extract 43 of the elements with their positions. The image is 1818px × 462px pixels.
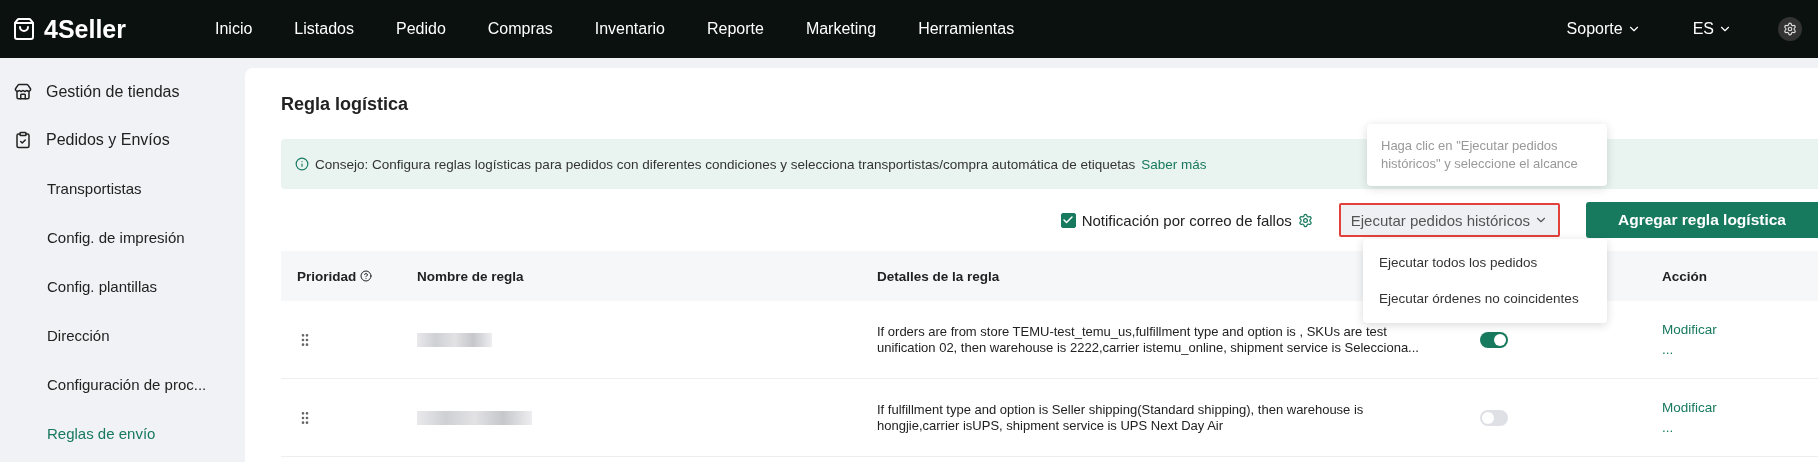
help-icon <box>360 270 373 282</box>
nav-link[interactable]: Marketing <box>805 20 877 38</box>
nav-link[interactable]: Listados <box>294 20 354 38</box>
nav-link[interactable]: Herramientas <box>918 20 1015 38</box>
sidebar-group[interactable]: Gestión de tiendas <box>46 83 180 101</box>
logo-icon <box>12 17 36 41</box>
info-icon <box>295 157 309 171</box>
sidebar-item[interactable]: Dirección <box>0 311 245 360</box>
column-header: Nombre de regla <box>401 251 861 301</box>
modify-link[interactable]: Modificar <box>1662 399 1717 416</box>
add-rule-button[interactable]: Agregar regla logística <box>1586 202 1818 238</box>
nav-link[interactable]: Inventario <box>594 20 665 38</box>
nav-link[interactable]: Inicio <box>215 20 253 38</box>
page-title: Regla logística <box>281 94 410 115</box>
toggle-switch[interactable] <box>1480 331 1508 348</box>
settings-icon[interactable] <box>1778 17 1802 41</box>
learn-more-link[interactable]: Saber más <box>1141 156 1207 172</box>
nav-link[interactable]: Reporte <box>706 20 764 38</box>
sidebar-item[interactable]: Config. de impresión <box>0 213 245 262</box>
tip-text: Consejo: Configura reglas logísticas para pedidos con diferentes condiciones y selecciona transportistas/compra automática de etiquetas <box>315 156 1136 172</box>
sidebar-item[interactable]: Config. plantillas <box>0 262 245 311</box>
table-cell: If fulfillment type and option is Seller shipping(Standard shipping), then warehouse is hongjie,carrier isUPS, shipment service is UPS Next Day Air <box>861 379 1466 457</box>
more-link[interactable]: ... <box>1662 341 1717 358</box>
clipboard-icon <box>14 131 32 149</box>
tooltip: Haga clic en "Ejecutar pedidos históricos" y seleccione el alcance <box>1367 124 1607 186</box>
support-menu[interactable]: Soporte <box>1560 19 1647 39</box>
sidebar-item[interactable]: Configuración de proc... <box>0 360 245 409</box>
language-menu[interactable]: ES <box>1686 19 1738 39</box>
store-icon <box>14 83 32 101</box>
nav-link[interactable]: Pedido <box>395 20 446 38</box>
checkbox[interactable] <box>1060 212 1076 228</box>
sidebar-item[interactable]: Reglas de envío <box>0 409 245 458</box>
notify-label: Notificación por correo de fallos <box>1081 211 1292 229</box>
modify-link[interactable]: Modificar <box>1662 321 1717 338</box>
column-header: Prioridad <box>281 251 401 301</box>
sidebar-group[interactable]: Pedidos y Envíos <box>46 131 170 149</box>
run-history-dropdown[interactable]: Ejecutar pedidos históricos <box>1338 203 1560 237</box>
sidebar-item[interactable]: Transportistas <box>0 164 245 213</box>
toggle-switch[interactable] <box>1480 409 1508 426</box>
nav-link[interactable]: Compras <box>487 20 553 38</box>
logo-text: 4Seller <box>44 14 126 44</box>
more-link[interactable]: ... <box>1662 419 1717 436</box>
column-header: Acción <box>1646 251 1818 301</box>
